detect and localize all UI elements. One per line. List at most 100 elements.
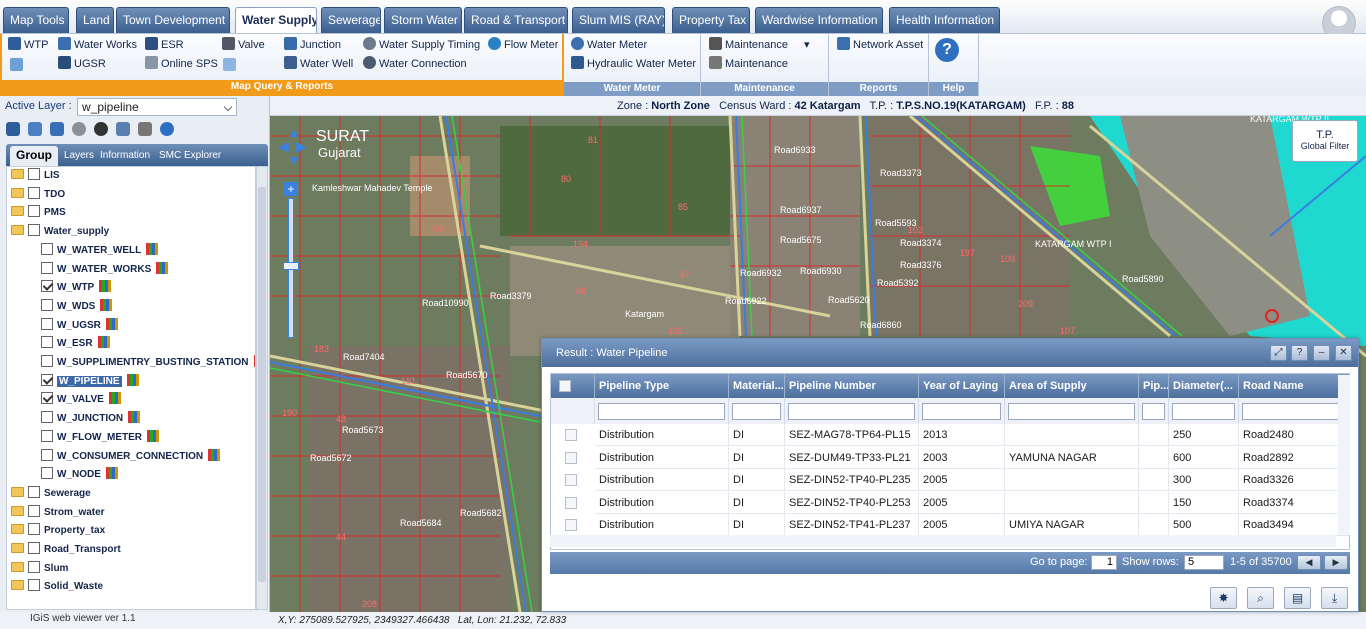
close-button[interactable]: ✕ (1335, 345, 1352, 361)
legend-icon[interactable] (97, 336, 110, 349)
tree-group[interactable]: Slum (11, 560, 68, 578)
layer-checkbox[interactable] (28, 205, 40, 218)
refresh-icon[interactable] (160, 122, 174, 136)
zoom-to-button[interactable]: ⌕ (1247, 587, 1274, 609)
tree-layer[interactable]: W_UGSR (41, 317, 118, 335)
legend-icon[interactable] (126, 373, 139, 386)
ribbon-wtp[interactable]: WTP (8, 37, 48, 53)
layer-checkbox[interactable] (28, 504, 40, 517)
tree-layer[interactable]: W_WATER_WORKS (41, 261, 169, 279)
tree-group[interactable]: Sewerage (11, 485, 91, 503)
grid-cell[interactable] (1005, 469, 1139, 491)
help-icon[interactable]: ? (935, 38, 959, 62)
ribbon-esr[interactable]: ESR (145, 37, 184, 53)
layer-checkbox[interactable] (41, 467, 53, 480)
move-down-icon[interactable] (50, 122, 64, 136)
grid-cell[interactable]: 300 (1169, 469, 1239, 491)
zoom-in-button[interactable]: + (284, 182, 298, 196)
layer-checkbox[interactable] (41, 280, 53, 293)
grid-cell[interactable]: DI (729, 424, 785, 446)
tab-group[interactable]: Group (10, 146, 58, 166)
column-header[interactable]: Area of Supply (1005, 374, 1139, 398)
column-header[interactable]: Pipeline Number (785, 374, 919, 398)
grid-cell[interactable]: YAMUNA NAGAR (1005, 446, 1139, 469)
column-header[interactable]: Material... (729, 374, 785, 398)
grid-cell[interactable]: UMIYA NAGAR (1005, 514, 1139, 536)
column-filter-input[interactable] (732, 403, 781, 420)
grid-cell[interactable] (1139, 491, 1169, 514)
tab-road-transport[interactable]: Road & Transport (464, 7, 568, 33)
tree-layer[interactable]: W_VALVE (41, 391, 121, 409)
grid-cell[interactable] (1139, 424, 1169, 446)
ribbon-water-meter[interactable]: Water Meter (571, 37, 647, 53)
grid-cell[interactable]: 500 (1169, 514, 1239, 536)
layer-checkbox[interactable] (28, 168, 40, 180)
tab-wardwise-information[interactable]: Wardwise Information (755, 7, 883, 33)
legend-icon[interactable] (108, 392, 121, 405)
column-filter-input[interactable] (598, 403, 725, 420)
row-checkbox[interactable] (565, 519, 577, 531)
tab-layers[interactable]: Layers (64, 150, 94, 161)
pan-control[interactable]: ▲ ◀ ▶ ▼ (278, 124, 308, 170)
expand-icon[interactable]: ⤢ (1270, 345, 1287, 361)
grid-cell[interactable]: DI (729, 446, 785, 469)
grid-cell[interactable] (1139, 514, 1169, 536)
tree-layer[interactable]: W_CONSUMER_CONNECTION (41, 448, 221, 466)
grid-vertical-scrollbar[interactable] (1338, 375, 1350, 535)
grid-cell[interactable]: Road3374 (1239, 492, 1349, 514)
ribbon-flow-meter[interactable]: Flow Meter (488, 37, 558, 53)
layer-properties-icon[interactable] (116, 122, 130, 136)
layer-checkbox[interactable] (28, 224, 40, 237)
grid-cell[interactable]: Road2892 (1239, 447, 1349, 469)
grid-cell[interactable]: 150 (1169, 491, 1239, 514)
grid-cell[interactable]: SEZ-DIN52-TP40-PL253 (785, 491, 919, 514)
grid-cell[interactable] (1005, 491, 1139, 514)
grid-cell[interactable]: Distribution (595, 491, 729, 514)
ribbon-water-supply-timing[interactable]: Water Supply Timing (363, 37, 480, 53)
grid-cell[interactable]: Distribution (595, 424, 729, 446)
tree-layer[interactable]: W_ESR (41, 335, 110, 353)
export-button[interactable]: ⤓ (1321, 587, 1348, 609)
tree-layer[interactable]: W_FLOW_METER (41, 429, 159, 447)
column-filter-input[interactable] (1008, 403, 1135, 420)
tab-map-tools[interactable]: Map Tools (3, 7, 69, 33)
ribbon-water-well[interactable]: Water Well (284, 56, 353, 72)
ribbon-junction[interactable]: Junction (284, 37, 341, 53)
legend-icon[interactable] (100, 298, 113, 311)
layer-checkbox[interactable] (41, 298, 53, 311)
layer-checkbox[interactable] (41, 261, 53, 274)
select-all-header[interactable] (551, 374, 595, 398)
ribbon-network-asset[interactable]: Network Asset (837, 37, 923, 53)
tab-sewerage[interactable]: Sewerage (321, 7, 381, 33)
grid-horizontal-scrollbar[interactable] (550, 535, 1336, 547)
row-checkbox[interactable] (565, 474, 577, 486)
layer-checkbox[interactable] (41, 242, 53, 255)
grid-cell[interactable]: 2013 (919, 424, 1005, 446)
tab-health-information[interactable]: Health Information (889, 7, 1000, 33)
contrast-icon[interactable] (94, 122, 108, 136)
grid-cell[interactable] (1139, 469, 1169, 491)
column-header[interactable]: Year of Laying (919, 374, 1005, 398)
column-header[interactable]: Pip... (1139, 374, 1169, 398)
legend-icon[interactable] (146, 242, 159, 255)
row-checkbox[interactable] (565, 451, 577, 464)
opacity-icon[interactable] (72, 122, 86, 136)
grid-cell[interactable]: DI (729, 514, 785, 536)
goto-page-input[interactable]: 1 (1091, 555, 1117, 570)
ribbon-water-connection[interactable]: Water Connection (363, 56, 467, 72)
tree-layer[interactable]: W_SUPPLIMENTRY_BUSTING_STATION (41, 354, 255, 372)
zoom-slider-handle[interactable] (283, 262, 299, 270)
legend-icon[interactable] (128, 411, 141, 424)
grid-cell[interactable]: DI (729, 469, 785, 491)
ribbon-online-sps[interactable]: Online SPS (145, 56, 218, 72)
layer-checkbox[interactable] (28, 579, 40, 592)
layer-checkbox[interactable] (28, 523, 40, 536)
column-filter-input[interactable] (922, 403, 1001, 420)
tree-layer[interactable]: W_WDS (41, 298, 113, 316)
column-filter-input[interactable] (788, 403, 915, 420)
row-checkbox[interactable] (565, 496, 577, 509)
legend-icon[interactable] (105, 467, 118, 480)
grid-cell[interactable]: Road2480 (1239, 424, 1349, 446)
legend-icon[interactable] (156, 261, 169, 274)
layer-checkbox[interactable] (28, 485, 40, 498)
